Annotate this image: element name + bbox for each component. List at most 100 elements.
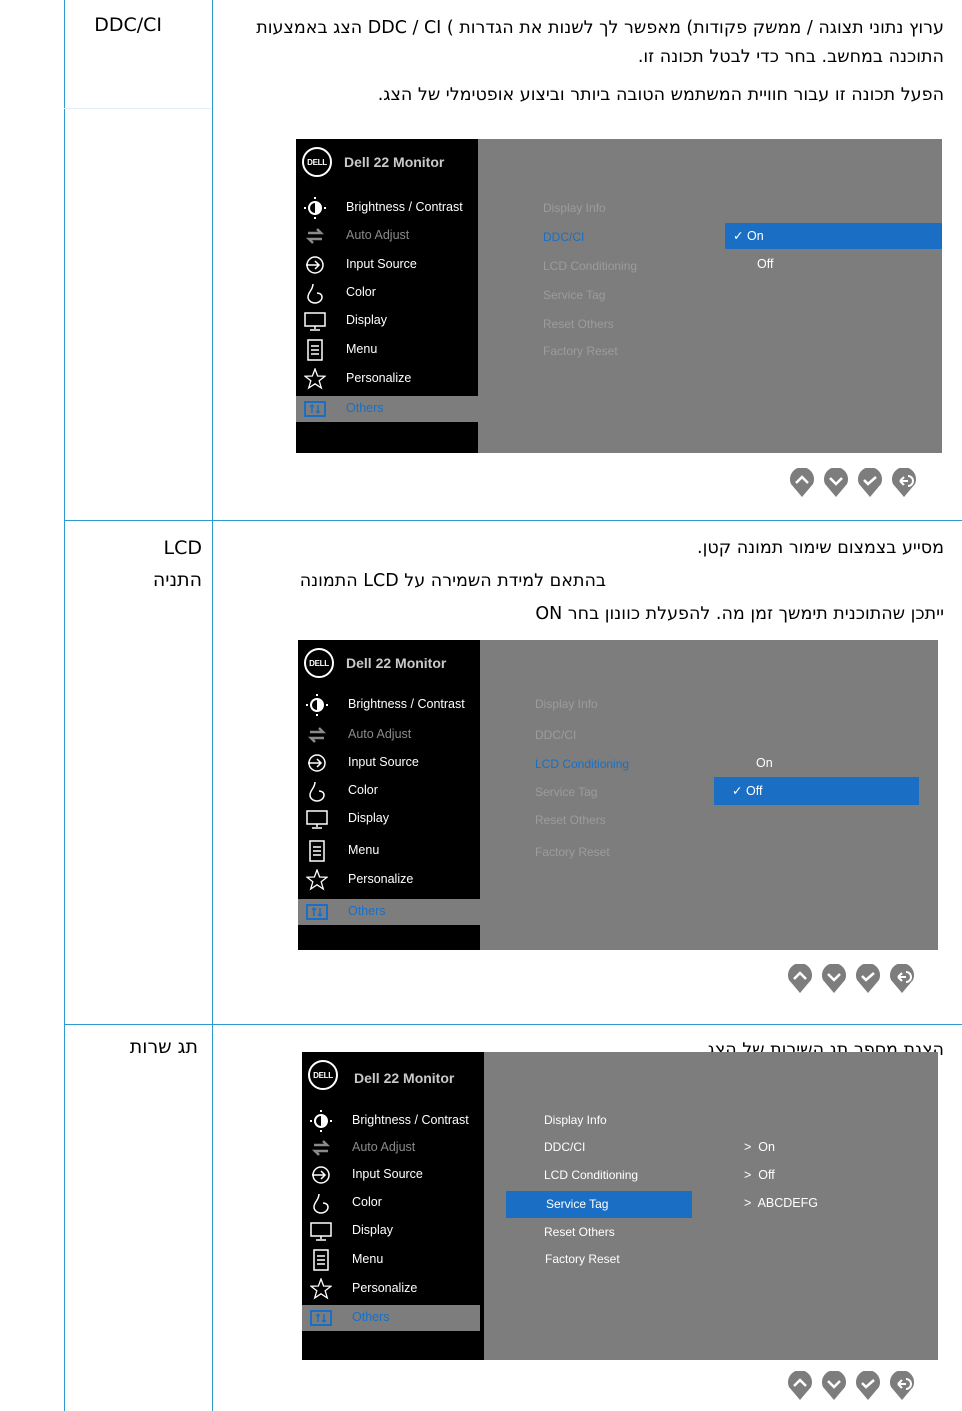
chevron-right-icon: >	[744, 1196, 752, 1210]
input-source-icon	[310, 1164, 332, 1186]
menu-item-color[interactable]: Color	[298, 778, 480, 804]
osd-screenshot-service-tag: DELL Dell 22 Monitor Brightness / Contra…	[302, 1052, 938, 1360]
submenu-service-tag[interactable]: Service Tag	[543, 288, 605, 302]
submenu-factory-reset[interactable]: Factory Reset	[543, 344, 618, 358]
submenu-lcd-conditioning[interactable]: LCD Conditioning	[543, 259, 637, 273]
display-icon	[310, 1220, 332, 1242]
option-on[interactable]: On	[756, 756, 773, 770]
submenu-service-tag[interactable]: Service Tag	[535, 785, 597, 799]
row2-paragraph-1: מסייע בצמצום שימור תמונה קטן.	[697, 538, 944, 558]
auto-adjust-icon	[310, 1137, 332, 1159]
menu-icon	[306, 840, 328, 862]
check-icon: ✓	[733, 229, 744, 243]
input-source-icon	[306, 752, 328, 774]
menu-item-auto-adjust[interactable]: Auto Adjust	[302, 1135, 484, 1161]
submenu-display-info[interactable]: Display Info	[535, 697, 598, 711]
menu-icon	[304, 339, 326, 361]
menu-item-color[interactable]: Color	[302, 1190, 484, 1216]
menu-item-input-source[interactable]: Input Source	[296, 252, 478, 278]
osd-title: Dell 22 Monitor	[346, 655, 447, 671]
menu-item-auto-adjust[interactable]: Auto Adjust	[296, 223, 478, 249]
menu-item-brightness[interactable]: Brightness / Contrast	[298, 692, 480, 718]
menu-item-display[interactable]: Display	[302, 1218, 484, 1244]
submenu-factory-reset[interactable]: Factory Reset	[545, 1252, 620, 1266]
menu-item-personalize[interactable]: Personalize	[298, 867, 480, 893]
brightness-icon	[304, 197, 326, 219]
submenu-reset-others[interactable]: Reset Others	[535, 813, 606, 827]
option-on[interactable]: ✓ On	[733, 228, 764, 243]
osd-title: Dell 22 Monitor	[354, 1070, 455, 1086]
up-icon[interactable]	[789, 468, 815, 498]
option-off[interactable]: Off	[757, 257, 773, 271]
dell-logo: DELL	[304, 648, 334, 678]
ok-icon[interactable]	[855, 1371, 881, 1401]
row2-paragraph-2: בהתאם למידת השמירה על LCD התמונה	[299, 571, 606, 591]
osd-screenshot-ddcci: DELL Dell 22 Monitor Brightness / Contra…	[296, 139, 942, 453]
menu-item-display[interactable]: Display	[298, 806, 480, 832]
submenu-reset-others[interactable]: Reset Others	[543, 317, 614, 331]
row1-paragraph-2: הפעל תכונה זו עבור חוויית המשתמש הטובה ב…	[377, 85, 944, 105]
table-border-middle	[212, 0, 213, 1411]
menu-item-menu[interactable]: Menu	[296, 337, 478, 363]
submenu-lcd-conditioning[interactable]: LCD Conditioning	[544, 1168, 638, 1182]
menu-item-input-source[interactable]: Input Source	[298, 750, 480, 776]
down-icon[interactable]	[821, 964, 847, 994]
nav-buttons-2	[787, 964, 915, 994]
ok-icon[interactable]	[855, 964, 881, 994]
value-service-tag: > ABCDEFG	[744, 1196, 819, 1210]
menu-item-input-source[interactable]: Input Source	[302, 1162, 484, 1188]
brightness-icon	[310, 1110, 332, 1132]
osd-screenshot-lcd-conditioning: DELL Dell 22 Monitor Brightness / Contra…	[298, 640, 938, 950]
option-off[interactable]: ✓ Off	[732, 783, 762, 798]
submenu-service-tag[interactable]: Service Tag	[546, 1197, 608, 1211]
menu-item-personalize[interactable]: Personalize	[302, 1276, 484, 1302]
menu-item-brightness[interactable]: Brightness / Contrast	[296, 195, 478, 221]
back-icon[interactable]	[889, 964, 915, 994]
color-icon	[306, 780, 328, 802]
row-label-service-tag: תג שרות	[129, 1036, 198, 1058]
submenu-ddcci[interactable]: DDC/CI	[543, 230, 584, 244]
menu-item-auto-adjust[interactable]: Auto Adjust	[298, 722, 480, 748]
row2-paragraph-3: ייתכן שהתוכנית תימשך זמן מה. להפעלת כוונ…	[535, 604, 944, 624]
down-icon[interactable]	[823, 468, 849, 498]
submenu-ddcci[interactable]: DDC/CI	[544, 1140, 585, 1154]
menu-item-brightness[interactable]: Brightness / Contrast	[302, 1108, 484, 1134]
others-icon	[306, 901, 328, 923]
menu-item-menu[interactable]: Menu	[298, 838, 480, 864]
auto-adjust-icon	[304, 225, 326, 247]
row-label-ddcci: DDC/CI	[94, 14, 162, 36]
color-icon	[304, 282, 326, 304]
menu-item-personalize[interactable]: Personalize	[296, 366, 478, 392]
osd-title: Dell 22 Monitor	[344, 154, 445, 170]
nav-buttons-1	[789, 468, 917, 498]
dell-logo: DELL	[302, 147, 332, 177]
row-divider-2	[64, 1024, 962, 1025]
row1-paragraph-1: ערוץ נתוני תצוגה / ממשק פקודות) מאפשר לך…	[256, 18, 944, 67]
submenu-ddcci[interactable]: DDC/CI	[535, 728, 576, 742]
back-icon[interactable]	[891, 468, 917, 498]
back-icon[interactable]	[889, 1371, 915, 1401]
menu-item-others[interactable]: Others	[298, 899, 480, 925]
display-icon	[304, 310, 326, 332]
up-icon[interactable]	[787, 1371, 813, 1401]
auto-adjust-icon	[306, 724, 328, 746]
menu-item-color[interactable]: Color	[296, 280, 478, 306]
submenu-factory-reset[interactable]: Factory Reset	[535, 845, 610, 859]
menu-item-menu[interactable]: Menu	[302, 1247, 484, 1273]
submenu-lcd-conditioning[interactable]: LCD Conditioning	[535, 757, 629, 771]
submenu-display-info[interactable]: Display Info	[544, 1113, 607, 1127]
menu-item-display[interactable]: Display	[296, 308, 478, 334]
menu-item-others[interactable]: Others	[302, 1305, 480, 1331]
submenu-reset-others[interactable]: Reset Others	[544, 1225, 615, 1239]
others-icon	[304, 398, 326, 420]
star-icon	[306, 869, 328, 891]
input-source-icon	[304, 254, 326, 276]
menu-item-others[interactable]: Others	[296, 396, 478, 422]
ok-icon[interactable]	[857, 468, 883, 498]
star-icon	[310, 1278, 332, 1300]
submenu-display-info[interactable]: Display Info	[543, 201, 606, 215]
down-icon[interactable]	[821, 1371, 847, 1401]
value-ddcci: > On	[744, 1140, 775, 1154]
up-icon[interactable]	[787, 964, 813, 994]
dell-logo: DELL	[308, 1060, 338, 1090]
